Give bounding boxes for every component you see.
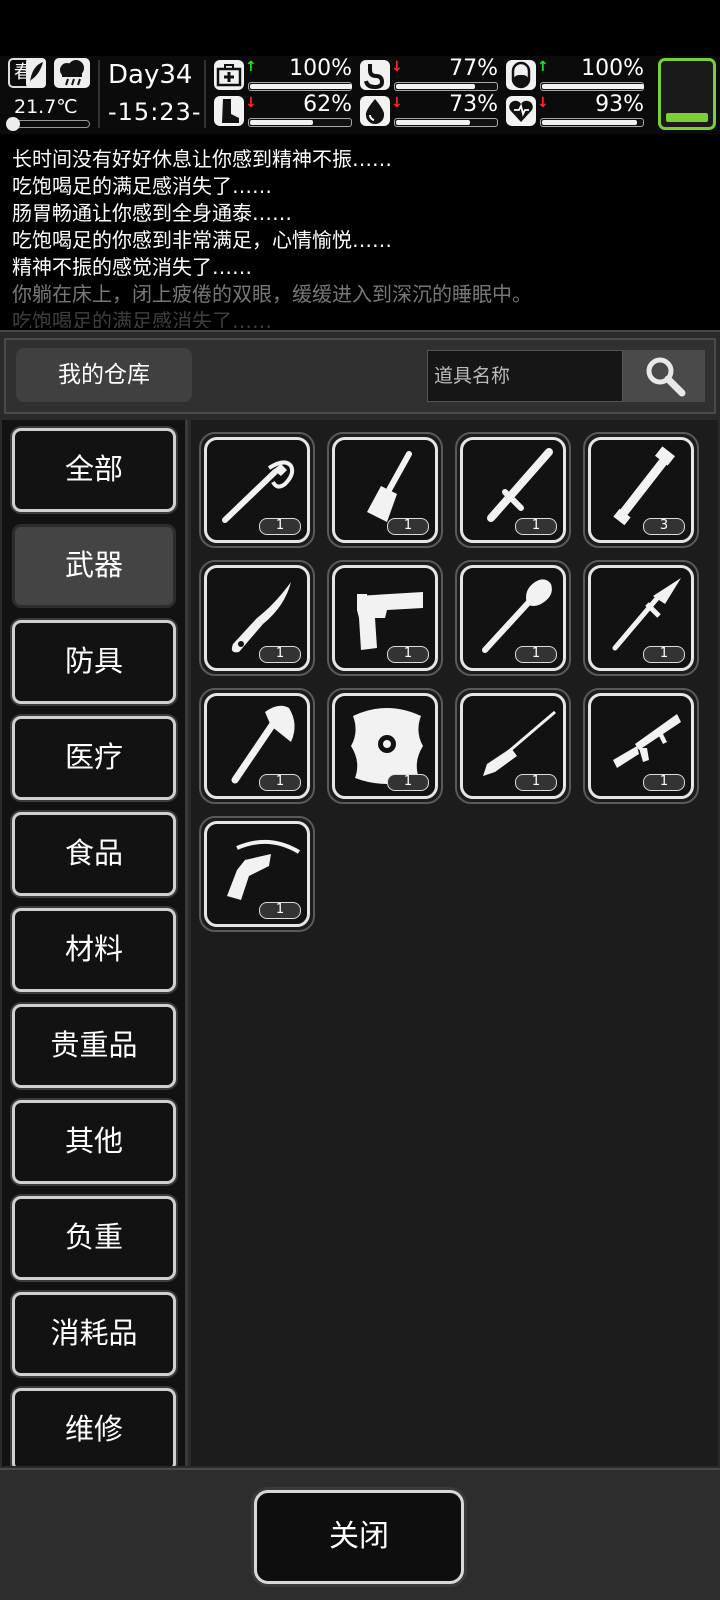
category-armor[interactable]: 防具: [12, 620, 176, 704]
category-medical[interactable]: 医疗: [12, 716, 176, 800]
item-slot-shovel-blade[interactable]: 1: [327, 432, 443, 548]
log-line: 吃饱喝足的满足感消失了……: [12, 309, 272, 328]
trend-arrow: ↑: [537, 59, 549, 75]
stat-percent: 73%: [449, 92, 498, 117]
stat-bar: [248, 82, 352, 91]
log-line: 精神不振的感觉消失了……: [12, 255, 252, 279]
item-count: 1: [643, 774, 685, 791]
stat-percent: 100%: [581, 56, 644, 81]
item-slot-pistol[interactable]: 1: [327, 560, 443, 676]
category-other[interactable]: 其他: [12, 1100, 176, 1184]
message-log[interactable]: 长时间没有好好休息让你感到精神不振…… 吃饱喝足的满足感消失了…… 肠胃畅通让你…: [0, 138, 720, 328]
warehouse-title[interactable]: 我的仓库: [16, 348, 192, 402]
log-line: 吃饱喝足的你感到非常满足，心情愉悦……: [12, 228, 392, 252]
stat-bar: [540, 118, 644, 127]
day-counter: Day34: [108, 60, 193, 90]
stat-health: ↑ 100%: [214, 56, 354, 94]
category-sidebar[interactable]: 全部 武器 防具 医疗 食品 材料 贵重品 其他 负重 消耗品 维修: [2, 420, 188, 1466]
warehouse-panel: 我的仓库 全部 武器 防具 医疗 食品 材料 贵重品 其他 负重 消耗品 维修 …: [0, 330, 720, 1600]
warehouse-header: 我的仓库: [4, 338, 716, 414]
search-button[interactable]: [623, 350, 705, 402]
stat-percent: 100%: [289, 56, 352, 81]
stat-hunger: ↓ 77%: [360, 56, 500, 94]
battery-indicator: [658, 58, 716, 130]
stomach-icon: [360, 60, 390, 90]
log-line: 肠胃畅通让你感到全身通泰……: [12, 201, 292, 225]
trend-arrow: ↓: [245, 95, 257, 111]
temperature-bar: [6, 117, 90, 131]
stat-mood: ↓ 93%: [506, 92, 646, 130]
log-line: 长时间没有好好休息让你感到精神不振……: [12, 147, 392, 171]
item-count: 1: [387, 774, 429, 791]
medkit-icon: [214, 60, 244, 90]
close-button[interactable]: 关闭: [254, 1490, 464, 1584]
item-slot-folding-knife[interactable]: 1: [199, 560, 315, 676]
item-count: 1: [387, 518, 429, 535]
item-count: 3: [643, 518, 685, 535]
item-count: 1: [515, 518, 557, 535]
item-slot-shield[interactable]: 1: [327, 688, 443, 804]
item-slot-pipe[interactable]: 3: [583, 432, 699, 548]
heart-icon: [506, 96, 536, 126]
item-slot-spear[interactable]: 1: [583, 560, 699, 676]
category-load[interactable]: 负重: [12, 1196, 176, 1280]
category-repair[interactable]: 维修: [12, 1388, 176, 1466]
stat-sanity: ↑ 100%: [506, 56, 646, 94]
rain-cloud-icon: [54, 58, 90, 88]
stat-percent: 93%: [595, 92, 644, 117]
stat-thirst: ↓ 73%: [360, 92, 500, 130]
item-count: 1: [515, 774, 557, 791]
item-count: 1: [259, 646, 301, 663]
category-valuables[interactable]: 贵重品: [12, 1004, 176, 1088]
category-all[interactable]: 全部: [12, 428, 176, 512]
item-slot-axe[interactable]: 1: [199, 688, 315, 804]
stat-bar: [540, 82, 644, 91]
leaf-icon: [26, 58, 46, 88]
pill-icon: [506, 60, 536, 90]
game-clock: -15:23-: [108, 98, 202, 126]
category-weapons[interactable]: 武器: [12, 524, 176, 608]
item-grid: 1 1 1 3 1 1 1 1 1 1 1 1 1: [191, 420, 718, 1466]
category-food[interactable]: 食品: [12, 812, 176, 896]
category-consumables[interactable]: 消耗品: [12, 1292, 176, 1376]
stat-percent: 77%: [449, 56, 498, 81]
boot-icon: [214, 96, 244, 126]
log-line: 吃饱喝足的满足感消失了……: [12, 174, 272, 198]
trend-arrow: ↓: [391, 95, 403, 111]
item-count: 1: [259, 518, 301, 535]
stat-bar: [394, 82, 498, 91]
item-count: 1: [643, 646, 685, 663]
stat-percent: 62%: [303, 92, 352, 117]
trend-arrow: ↓: [537, 95, 549, 111]
item-slot-baton[interactable]: 1: [455, 432, 571, 548]
item-slot-shovel[interactable]: 1: [455, 560, 571, 676]
status-bar: 春 21.7℃ Day34 -15:23- ↑ 100% ↓ 77% ↑ 100…: [0, 56, 720, 134]
trend-arrow: ↑: [245, 59, 257, 75]
stat-bar: [394, 118, 498, 127]
panel-footer: 关闭: [0, 1468, 720, 1600]
thermometer-icon: [6, 117, 20, 131]
search-input[interactable]: [427, 350, 623, 402]
search-icon: [646, 357, 686, 397]
item-slot-sabre[interactable]: 1: [199, 432, 315, 548]
water-drop-icon: [360, 96, 390, 126]
category-materials[interactable]: 材料: [12, 908, 176, 992]
item-count: 1: [515, 646, 557, 663]
item-slot-submachine-gun[interactable]: 1: [583, 688, 699, 804]
battery-level: [666, 113, 708, 122]
trend-arrow: ↓: [391, 59, 403, 75]
temperature-label: 21.7℃: [14, 96, 78, 118]
stat-bar: [248, 118, 352, 127]
item-slot-crossbow[interactable]: 1: [199, 816, 315, 932]
divider: [204, 60, 206, 128]
item-count: 1: [259, 902, 301, 919]
item-count: 1: [387, 646, 429, 663]
item-count: 1: [259, 774, 301, 791]
item-slot-rifle[interactable]: 1: [455, 688, 571, 804]
divider: [98, 60, 100, 128]
stat-stamina: ↓ 62%: [214, 92, 354, 130]
log-line: 你躺在床上，闭上疲倦的双眼，缓缓进入到深沉的睡眠中。: [12, 282, 532, 306]
